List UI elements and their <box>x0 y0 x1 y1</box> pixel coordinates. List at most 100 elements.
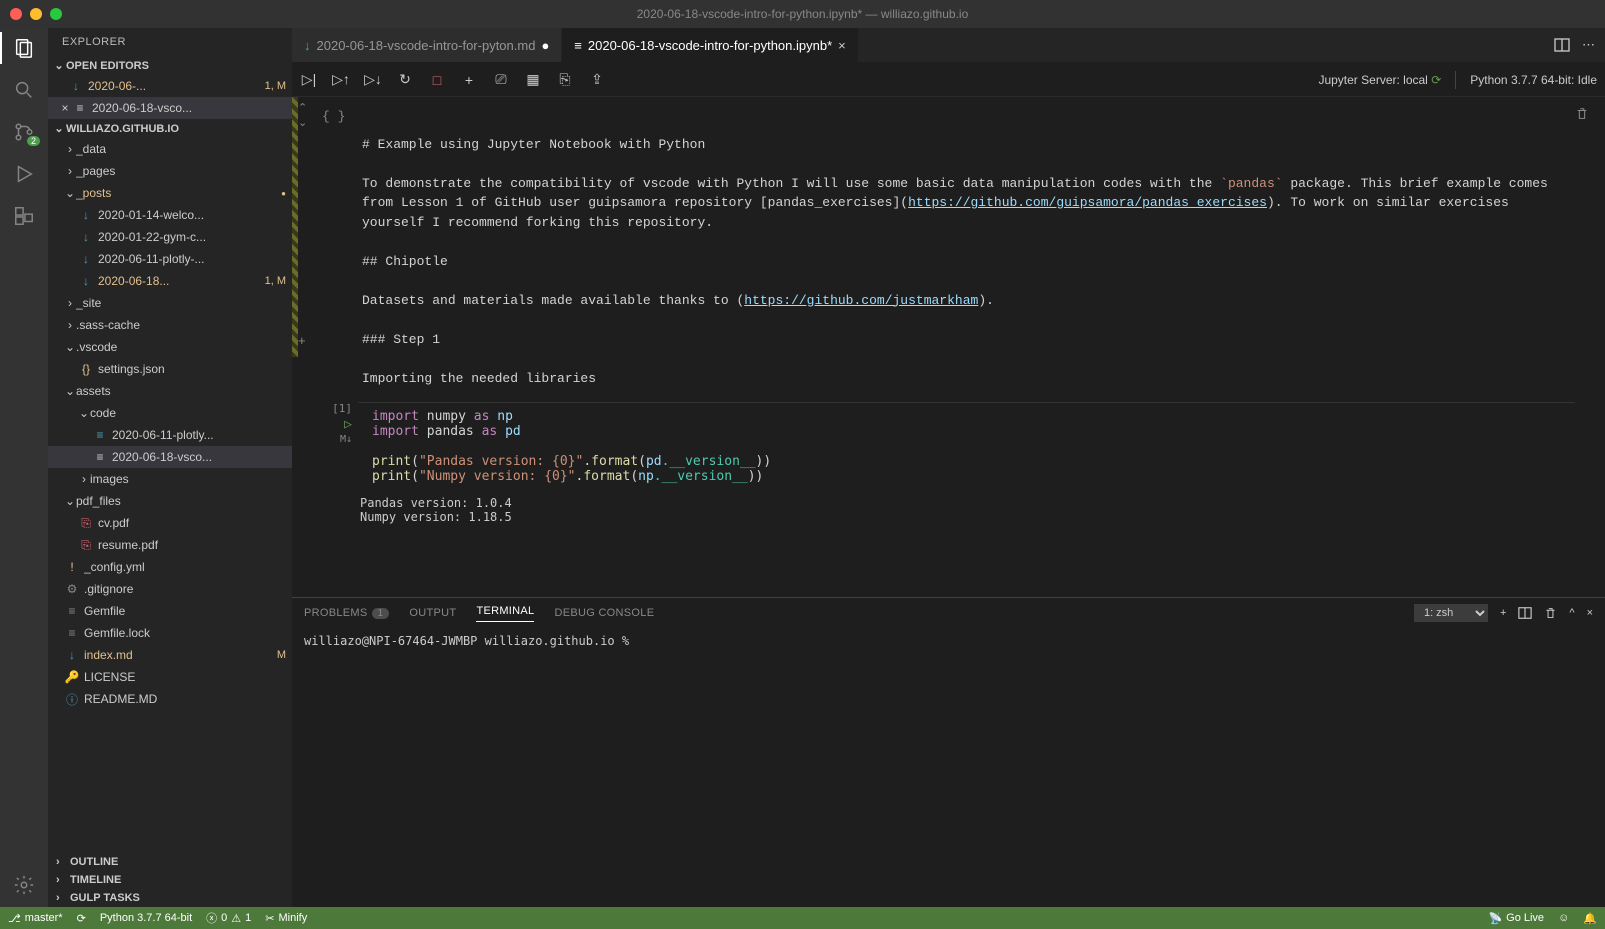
folder-item[interactable]: ›_pages <box>48 160 292 182</box>
maximize-window-icon[interactable] <box>50 8 62 20</box>
tree-item-label: _pages <box>76 164 292 178</box>
run-above-icon[interactable]: ▷↑ <box>332 71 350 88</box>
maximize-panel-icon[interactable]: ^ <box>1569 607 1574 619</box>
folder-item[interactable]: ›_site <box>48 292 292 314</box>
problems-status[interactable]: ⓧ0 ⚠1 <box>206 910 251 926</box>
python-env-status[interactable]: Python 3.7.7 64-bit <box>100 912 192 924</box>
folder-item[interactable]: ⌄_posts● <box>48 182 292 204</box>
move-down-icon[interactable]: ⌄ <box>298 116 307 129</box>
file-item[interactable]: ⎘resume.pdf <box>48 534 292 556</box>
python-kernel-status[interactable]: Python 3.7.7 64-bit: Idle <box>1470 73 1597 87</box>
run-all-icon[interactable]: ▷| <box>300 71 318 88</box>
debug-icon[interactable] <box>12 162 36 186</box>
export-icon[interactable]: ⇪ <box>588 71 606 88</box>
folder-item[interactable]: ⌄code <box>48 402 292 424</box>
restart-icon[interactable]: ↻ <box>396 71 414 88</box>
tree-item-label: 2020-06-18... <box>98 274 265 288</box>
folder-item[interactable]: ⌄.vscode <box>48 336 292 358</box>
sync-icon[interactable]: ⟳ <box>77 912 86 925</box>
more-actions-icon[interactable]: ⋯ <box>1582 37 1595 53</box>
outline-section[interactable]: ›OUTLINE <box>48 853 292 871</box>
new-terminal-icon[interactable]: + <box>1500 607 1506 619</box>
variables-icon[interactable]: ▦ <box>524 71 542 88</box>
file-item[interactable]: ≡Gemfile.lock <box>48 622 292 644</box>
close-panel-icon[interactable]: × <box>1587 607 1593 619</box>
close-window-icon[interactable] <box>10 8 22 20</box>
code-cell[interactable]: [1] ▷ M↓ import numpy as np import panda… <box>292 398 1605 492</box>
tab-problems[interactable]: PROBLEMS1 <box>304 607 389 619</box>
file-item[interactable]: ↓2020-01-22-gym-c... <box>48 226 292 248</box>
kill-terminal-icon[interactable] <box>1544 607 1557 620</box>
close-icon[interactable]: × <box>58 101 72 115</box>
file-icon: ≡ <box>92 428 108 442</box>
add-cell-icon[interactable]: + <box>298 333 306 348</box>
code-token: format <box>583 469 630 484</box>
file-item[interactable]: 🔑LICENSE <box>48 666 292 688</box>
feedback-icon[interactable]: ☺ <box>1558 912 1569 925</box>
folder-item[interactable]: ›images <box>48 468 292 490</box>
tab-debug-console[interactable]: DEBUG CONSOLE <box>554 607 654 619</box>
add-cell-icon[interactable]: + <box>460 72 478 88</box>
file-item[interactable]: ⓘREADME.MD <box>48 688 292 710</box>
delete-cell-icon[interactable] <box>1575 107 1589 121</box>
markdown-cell[interactable]: { } # Example using Jupyter Notebook wit… <box>292 97 1605 398</box>
folder-item[interactable]: ›.sass-cache <box>48 314 292 336</box>
file-item[interactable]: ↓2020-01-14-welco... <box>48 204 292 226</box>
file-item[interactable]: ↓2020-06-18...1, M <box>48 270 292 292</box>
notifications-icon[interactable]: 🔔 <box>1583 912 1597 925</box>
statusbar: ⎇master* ⟳ Python 3.7.7 64-bit ⓧ0 ⚠1 ✂ M… <box>0 907 1605 929</box>
file-item[interactable]: ↓2020-06-11-plotly-... <box>48 248 292 270</box>
sidebar: EXPLORER ⌄ OPEN EDITORS ↓ 2020-06-... 1,… <box>48 28 292 907</box>
clear-outputs-icon[interactable]: ⎚ <box>492 71 510 88</box>
run-cell-icon[interactable]: ▷ <box>344 417 352 432</box>
split-editor-icon[interactable] <box>1554 37 1570 53</box>
git-branch-status[interactable]: ⎇master* <box>8 912 63 925</box>
gulp-section[interactable]: ›GULP TASKS <box>48 889 292 907</box>
md-link[interactable]: https://github.com/guipsamora/pandas_exe… <box>908 195 1267 210</box>
tab-terminal[interactable]: TERMINAL <box>476 605 534 622</box>
interrupt-icon[interactable]: □ <box>428 72 446 88</box>
tab-output[interactable]: OUTPUT <box>409 607 456 619</box>
open-editor-item[interactable]: × ≡ 2020-06-18-vsco... <box>48 97 292 119</box>
to-markdown-icon[interactable]: M↓ <box>340 434 352 445</box>
tab-notebook-file[interactable]: ≡ 2020-06-18-vscode-intro-for-python.ipy… <box>562 28 858 62</box>
settings-gear-icon[interactable] <box>12 873 36 897</box>
file-item[interactable]: ≡2020-06-11-plotly... <box>48 424 292 446</box>
extensions-icon[interactable] <box>12 204 36 228</box>
search-icon[interactable] <box>12 78 36 102</box>
split-terminal-icon[interactable] <box>1518 606 1532 620</box>
explorer-icon[interactable] <box>12 36 36 60</box>
folder-item[interactable]: ›_data <box>48 138 292 160</box>
tree-item-label: code <box>90 406 292 420</box>
file-item[interactable]: ↓index.mdM <box>48 644 292 666</box>
folder-item[interactable]: ⌄assets <box>48 380 292 402</box>
folder-item[interactable]: ⌄pdf_files <box>48 490 292 512</box>
file-item[interactable]: ⎘cv.pdf <box>48 512 292 534</box>
open-editors-header[interactable]: ⌄ OPEN EDITORS <box>48 56 292 75</box>
code-token: np <box>638 469 654 484</box>
file-item[interactable]: ≡Gemfile <box>48 600 292 622</box>
file-item[interactable]: ⚙.gitignore <box>48 578 292 600</box>
md-link[interactable]: https://github.com/justmarkham <box>744 293 978 308</box>
code-token: .__version__ <box>654 469 748 484</box>
run-below-icon[interactable]: ▷↓ <box>364 71 382 88</box>
minify-status[interactable]: ✂ Minify <box>265 912 307 925</box>
scm-icon[interactable]: 2 <box>12 120 36 144</box>
terminal-select[interactable]: 1: zsh <box>1414 604 1488 622</box>
open-editor-item[interactable]: ↓ 2020-06-... 1, M <box>48 75 292 97</box>
go-live-button[interactable]: 📡 Go Live <box>1488 912 1544 925</box>
file-item[interactable]: ≡2020-06-18-vsco... <box>48 446 292 468</box>
file-item[interactable]: !_config.yml <box>48 556 292 578</box>
jupyter-server-status[interactable]: Jupyter Server: local ⟳ <box>1318 73 1441 87</box>
file-item[interactable]: {}settings.json <box>48 358 292 380</box>
minimize-window-icon[interactable] <box>30 8 42 20</box>
terminal[interactable]: williazo@NPI-67464-JWMBP williazo.github… <box>292 628 1605 907</box>
notebook-icon: ≡ <box>72 101 88 115</box>
code-body[interactable]: import numpy as np import pandas as pd p… <box>360 402 1575 484</box>
timeline-section[interactable]: ›TIMELINE <box>48 871 292 889</box>
tab-md-file[interactable]: ↓ 2020-06-18-vscode-intro-for-pyton.md ● <box>292 28 562 62</box>
move-up-icon[interactable]: ⌃ <box>298 101 307 114</box>
close-icon[interactable]: × <box>838 38 846 53</box>
project-header[interactable]: ⌄ WILLIAZO.GITHUB.IO <box>48 119 292 138</box>
save-icon[interactable]: ⎘ <box>556 71 574 88</box>
